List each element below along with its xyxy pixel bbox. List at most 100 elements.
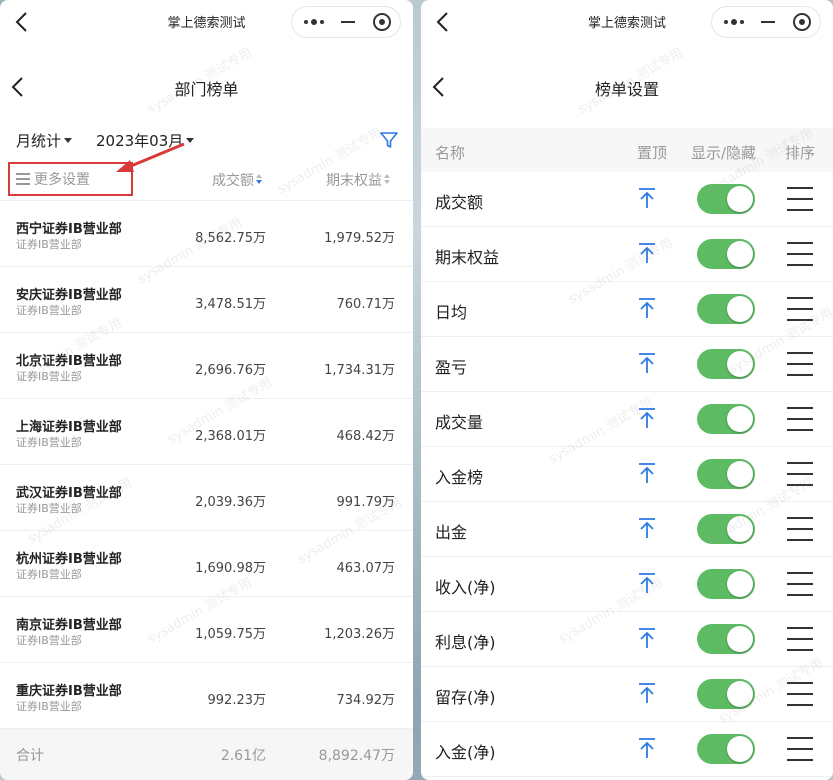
total-label: 合计 [16, 748, 44, 764]
toggle-knob [727, 736, 753, 762]
visibility-toggle[interactable] [697, 294, 755, 324]
equity-value: 1,734.31万 [324, 363, 395, 378]
dept-name: 武汉证券IB营业部 [16, 486, 122, 501]
visibility-toggle[interactable] [697, 239, 755, 269]
toggle-knob [727, 516, 753, 542]
table-row[interactable]: 西宁证券IB营业部 证券IB营业部 8,562.75万 1,979.52万 [0, 200, 413, 266]
amount-value: 1,059.75万 [195, 627, 266, 642]
visibility-toggle[interactable] [697, 184, 755, 214]
pin-to-top-icon[interactable] [637, 407, 657, 429]
minimize-icon[interactable] [750, 7, 786, 37]
pin-to-top-icon[interactable] [637, 352, 657, 374]
title-bar: 掌上德索测试 [421, 0, 833, 44]
sort-arrows-icon [256, 174, 262, 186]
equity-value: 760.71万 [336, 297, 396, 312]
drag-handle-icon[interactable] [787, 627, 813, 651]
sort-amount-header[interactable]: 成交额 [212, 170, 262, 190]
amount-value: 2,039.36万 [195, 495, 266, 510]
page-title: 部门榜单 [174, 80, 239, 99]
drag-handle-icon[interactable] [787, 462, 813, 486]
pin-to-top-icon[interactable] [637, 187, 657, 209]
table-row[interactable]: 上海证券IB营业部 证券IB营业部 2,368.01万 468.42万 [0, 398, 413, 464]
drag-handle-icon[interactable] [787, 517, 813, 541]
dept-name: 上海证券IB营业部 [16, 420, 122, 435]
equity-header-label: 期末权益 [326, 173, 382, 189]
table-row[interactable]: 北京证券IB营业部 证券IB营业部 2,696.76万 1,734.31万 [0, 332, 413, 398]
pin-to-top-icon[interactable] [637, 517, 657, 539]
caret-down-icon [64, 138, 73, 143]
pin-to-top-icon[interactable] [637, 627, 657, 649]
drag-handle-icon[interactable] [787, 407, 813, 431]
toggle-knob [727, 406, 753, 432]
dept-type: 证券IB营业部 [16, 568, 82, 581]
list-item: 留存(净) [421, 667, 833, 722]
left-screen: 掌上德索测试 部门榜单 月统计 2023年03月 更多设置 成交额 期末权益 西… [0, 0, 413, 780]
dept-name: 西宁证券IB营业部 [16, 222, 122, 237]
more-dots-icon[interactable] [716, 7, 752, 37]
pin-to-top-icon[interactable] [637, 242, 657, 264]
drag-handle-icon[interactable] [787, 297, 813, 321]
settings-header: 名称 置顶 显示/隐藏 排序 [421, 128, 833, 172]
pin-to-top-icon[interactable] [637, 682, 657, 704]
pin-to-top-icon[interactable] [637, 737, 657, 759]
more-dots-icon[interactable] [296, 7, 332, 37]
visibility-toggle[interactable] [697, 624, 755, 654]
amount-value: 2,368.01万 [195, 429, 266, 444]
period-dropdown[interactable]: 月统计 [16, 130, 73, 151]
amount-value: 1,690.98万 [195, 561, 266, 576]
list-item: 收入(净) [421, 557, 833, 612]
drag-handle-icon[interactable] [787, 572, 813, 596]
filter-funnel-icon[interactable] [379, 130, 399, 150]
sort-arrows-icon [384, 174, 390, 186]
amount-value: 2,696.76万 [195, 363, 266, 378]
close-target-icon[interactable] [364, 7, 400, 37]
amount-header-label: 成交额 [212, 173, 254, 189]
dept-type: 证券IB营业部 [16, 436, 82, 449]
visibility-toggle[interactable] [697, 734, 755, 764]
table-row[interactable]: 重庆证券IB营业部 证券IB营业部 992.23万 734.92万 [0, 662, 413, 728]
pin-to-top-icon[interactable] [637, 572, 657, 594]
item-name: 盈亏 [435, 358, 468, 377]
total-amount: 2.61亿 [220, 748, 266, 764]
minimize-icon[interactable] [330, 7, 366, 37]
capsule-menu [291, 6, 401, 38]
table-row[interactable]: 杭州证券IB营业部 证券IB营业部 1,690.98万 463.07万 [0, 530, 413, 596]
close-target-icon[interactable] [784, 7, 820, 37]
visibility-toggle[interactable] [697, 514, 755, 544]
list-item: 利息(净) [421, 612, 833, 667]
drag-handle-icon[interactable] [787, 242, 813, 266]
pin-to-top-icon[interactable] [637, 297, 657, 319]
right-screen: 掌上德索测试 榜单设置 名称 置顶 显示/隐藏 排序 成交额 期末权益 日均 盈… [421, 0, 833, 780]
visibility-toggle[interactable] [697, 459, 755, 489]
capsule-menu [711, 6, 821, 38]
amount-value: 992.23万 [207, 693, 267, 708]
column-header: 更多设置 成交额 期末权益 [8, 162, 401, 196]
table-row[interactable]: 安庆证券IB营业部 证券IB营业部 3,478.51万 760.71万 [0, 266, 413, 332]
visibility-toggle[interactable] [697, 569, 755, 599]
show-hide-header: 显示/隐藏 [691, 144, 757, 162]
list-icon [16, 173, 30, 185]
item-name: 出金 [435, 523, 468, 542]
list-item: 出金 [421, 502, 833, 557]
more-settings-button[interactable]: 更多设置 [8, 162, 133, 196]
item-name: 期末权益 [435, 248, 500, 267]
drag-handle-icon[interactable] [787, 187, 813, 211]
equity-value: 1,203.26万 [324, 627, 395, 642]
drag-handle-icon[interactable] [787, 352, 813, 376]
equity-value: 991.79万 [336, 495, 396, 510]
item-name: 日均 [435, 303, 468, 322]
visibility-toggle[interactable] [697, 404, 755, 434]
visibility-toggle[interactable] [697, 349, 755, 379]
dept-name: 南京证券IB营业部 [16, 618, 122, 633]
pin-to-top-icon[interactable] [637, 462, 657, 484]
table-row[interactable]: 南京证券IB营业部 证券IB营业部 1,059.75万 1,203.26万 [0, 596, 413, 662]
item-name: 留存(净) [435, 688, 496, 707]
visibility-toggle[interactable] [697, 679, 755, 709]
item-name: 成交额 [435, 193, 484, 212]
drag-handle-icon[interactable] [787, 737, 813, 761]
sort-equity-header[interactable]: 期末权益 [326, 170, 390, 190]
table-row[interactable]: 武汉证券IB营业部 证券IB营业部 2,039.36万 991.79万 [0, 464, 413, 530]
drag-handle-icon[interactable] [787, 682, 813, 706]
toggle-knob [727, 681, 753, 707]
pin-header: 置顶 [637, 144, 668, 162]
